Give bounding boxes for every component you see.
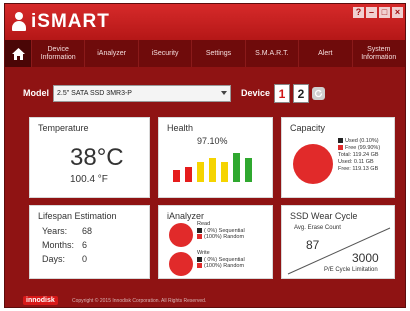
capacity-pie <box>293 144 333 184</box>
lifespan-years-value: 68 <box>82 226 93 236</box>
write-legend: Write ( 0%) Sequential (100%) Random <box>197 250 245 270</box>
capacity-used: Used: 0.11 GB <box>338 159 374 165</box>
model-select[interactable]: 2.5" SATA SSD 3MR3-P <box>53 85 231 102</box>
health-percent: 97.10% <box>197 136 228 146</box>
ianalyzer-card: iAnalyzer Read ( 0%) Sequential (100%) R… <box>158 205 273 279</box>
model-value: 2.5" SATA SSD 3MR3-P <box>57 90 132 97</box>
minimize-button[interactable]: – <box>366 7 377 18</box>
nav-settings[interactable]: Settings <box>192 40 246 67</box>
health-bar <box>245 158 252 182</box>
health-bar <box>233 153 240 182</box>
copyright-text: Copyright © 2015 Innodisk Corporation. A… <box>72 298 207 304</box>
title-bar: iSMART ? – □ × <box>5 4 405 40</box>
temperature-fahrenheit: 100.4 °F <box>70 174 108 185</box>
pe-limit-value: 3000 <box>352 251 379 265</box>
maximize-button[interactable]: □ <box>379 7 390 18</box>
health-bar <box>209 158 216 182</box>
window-controls: ? – □ × <box>353 7 403 18</box>
capacity-title: Capacity <box>290 123 326 133</box>
health-bar <box>197 162 204 182</box>
read-pie <box>169 223 193 247</box>
read-seq-swatch <box>197 227 202 233</box>
ianalyzer-title: iAnalyzer <box>167 211 205 221</box>
innodisk-logo: innodisk <box>23 296 58 305</box>
lifespan-months-label: Months: <box>42 240 75 250</box>
lifespan-months: Months: 6 <box>42 240 87 250</box>
chevron-down-icon <box>221 91 227 95</box>
used-swatch <box>338 138 343 144</box>
write-seq-swatch <box>197 256 202 262</box>
free-swatch <box>338 145 343 151</box>
lifespan-days: Days: 0 <box>42 254 87 264</box>
device-2-button[interactable]: 2 <box>293 84 309 103</box>
capacity-free-label: Free (99.90%) <box>345 145 381 151</box>
nav-system-information[interactable]: System Information <box>353 40 405 67</box>
nav-ianalyzer[interactable]: iAnalyzer <box>85 40 139 67</box>
nav-smart[interactable]: S.M.A.R.T. <box>246 40 300 67</box>
health-bar-graph <box>173 148 253 182</box>
lifespan-months-value: 6 <box>82 240 88 250</box>
device-label: Device <box>241 88 271 98</box>
user-icon <box>11 12 27 32</box>
lifespan-years: Years: 68 <box>42 226 92 236</box>
home-button[interactable] <box>5 40 32 67</box>
write-rand-swatch <box>197 263 202 269</box>
model-row: Model 2.5" SATA SSD 3MR3-P Device 1 2 <box>23 84 403 103</box>
capacity-card: Capacity Used (0.10%) Free (99.90%) Tota… <box>281 117 395 198</box>
lifespan-title: Lifespan Estimation <box>38 211 117 221</box>
lifespan-card: Lifespan Estimation Years: 68 Months: 6 … <box>29 205 150 279</box>
write-pie <box>169 252 193 276</box>
wear-title: SSD Wear Cycle <box>290 211 358 221</box>
pe-limit-label: P/E Cycle Limitation <box>324 267 378 273</box>
lifespan-days-value: 0 <box>82 254 88 264</box>
write-sequential: ( 0%) Sequential <box>204 256 245 263</box>
nav-alert[interactable]: Alert <box>299 40 353 67</box>
app-window: iSMART ? – □ × Device Information iAnaly… <box>4 3 406 308</box>
read-sequential: ( 0%) Sequential <box>204 227 245 234</box>
lifespan-days-label: Days: <box>42 254 66 264</box>
app-logo: iSMART <box>11 11 110 33</box>
nav-isecurity[interactable]: iSecurity <box>139 40 193 67</box>
lifespan-years-label: Years: <box>42 226 68 236</box>
temperature-title: Temperature <box>38 123 89 133</box>
health-title: Health <box>167 123 194 133</box>
refresh-button[interactable] <box>312 87 325 100</box>
health-bar <box>173 170 180 182</box>
nav-bar: Device Information iAnalyzer iSecurity S… <box>5 40 405 67</box>
health-card: Health 97.10% <box>158 117 273 198</box>
read-legend: Read ( 0%) Sequential (100%) Random <box>197 221 245 241</box>
wear-cycle-card: SSD Wear Cycle Avg. Erase Count 87 3000 … <box>281 205 395 279</box>
read-rand-swatch <box>197 234 202 240</box>
app-name: iSMART <box>31 11 110 32</box>
close-button[interactable]: × <box>392 7 403 18</box>
model-label: Model <box>23 88 49 98</box>
capacity-total: Total: 119.24 GB <box>338 152 379 158</box>
capacity-legend: Used (0.10%) Free (99.90%) Total: 119.24… <box>338 138 380 173</box>
write-random: (100%) Random <box>204 263 245 269</box>
nav-device-information[interactable]: Device Information <box>32 40 86 67</box>
help-button[interactable]: ? <box>353 7 364 18</box>
temperature-celsius: 38°C <box>70 144 124 171</box>
read-random: (100%) Random <box>204 234 245 240</box>
health-bar <box>185 167 192 182</box>
health-bar <box>221 162 228 182</box>
capacity-free: Free: 119.13 GB <box>338 166 379 172</box>
capacity-used-label: Used (0.10%) <box>345 138 379 144</box>
refresh-icon <box>314 89 323 98</box>
temperature-card: Temperature 38°C 100.4 °F <box>29 117 150 198</box>
device-1-button[interactable]: 1 <box>274 84 290 103</box>
home-icon <box>11 47 25 60</box>
